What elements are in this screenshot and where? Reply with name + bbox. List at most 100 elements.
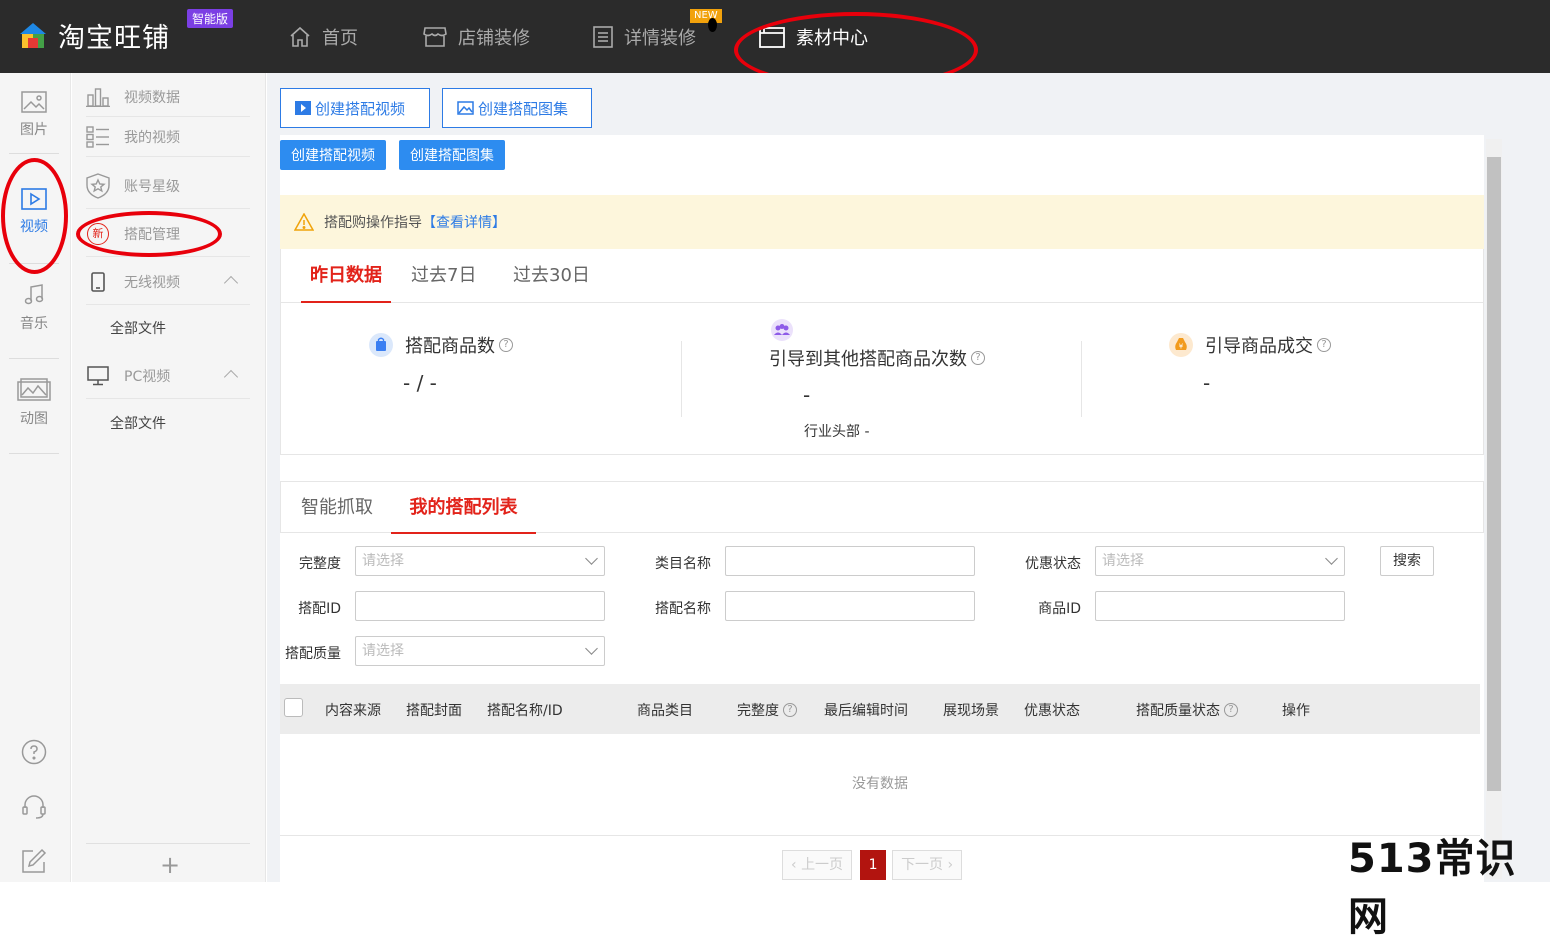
image-icon <box>0 91 68 113</box>
question-icon[interactable]: ? <box>1224 703 1238 717</box>
nav-detail-label: 详情装修 <box>624 27 696 49</box>
chevron-down-icon <box>585 552 598 565</box>
subnav-my-videos[interactable]: 我的视频 <box>86 117 250 157</box>
edit-button[interactable] <box>0 848 68 880</box>
nav-store-decor[interactable]: 店铺装修 <box>422 0 530 73</box>
question-icon[interactable]: ? <box>1317 338 1331 352</box>
collapse-icon[interactable] <box>223 275 239 291</box>
empty-state: 没有数据 <box>280 734 1480 836</box>
divider <box>9 263 59 264</box>
gif-icon <box>0 378 68 402</box>
match-name-input[interactable] <box>725 591 975 621</box>
filter-match-id-label: 搭配ID <box>298 601 341 617</box>
divider <box>1081 341 1082 417</box>
prev-page-button[interactable]: ‹ 上一页 <box>782 850 853 880</box>
question-icon[interactable]: ? <box>971 351 985 365</box>
match-id-input[interactable] <box>355 591 605 621</box>
col-last-edited: 最后编辑时间 <box>824 703 908 719</box>
add-button[interactable]: + <box>160 851 180 879</box>
pagination: ‹ 上一页 1 下一页 › <box>782 850 963 880</box>
stat-guided-clicks: 引导到其他搭配商品次数 ? <box>769 345 985 371</box>
rail-gif[interactable]: 动图 <box>0 378 68 428</box>
stat-guided-deals: ¥ 引导商品成交 ? <box>1169 332 1331 358</box>
search-button[interactable]: 搜索 <box>1380 546 1434 576</box>
category-input[interactable] <box>725 546 975 576</box>
subnav-video-data[interactable]: 视频数据 <box>86 77 250 117</box>
image-icon <box>457 101 474 115</box>
quality-select[interactable]: 请选择 <box>355 636 605 666</box>
subnav-account-level[interactable]: 账号星级 <box>86 163 250 209</box>
stat-title-text: 引导到其他搭配商品次数 <box>769 349 967 370</box>
app-name: 淘宝旺铺 <box>58 23 170 54</box>
logo[interactable]: 淘宝旺铺 <box>18 16 170 55</box>
chevron-down-icon <box>1325 552 1338 565</box>
star-shield-icon <box>86 172 110 199</box>
select-all-checkbox[interactable] <box>284 698 303 717</box>
table-header: 内容来源 搭配封面 搭配名称/ID 商品类目 完整度 ? 最后编辑时间 展现场景… <box>280 684 1480 734</box>
col-quality-status: 搭配质量状态 ? <box>1136 700 1238 720</box>
question-icon[interactable]: ? <box>783 703 797 717</box>
rail-video[interactable]: 视频 <box>0 188 68 236</box>
tab-my-match-list[interactable]: 我的搭配列表 <box>391 482 536 534</box>
stat-title-text: 搭配商品数 <box>405 336 495 357</box>
left-rail: 图片 视频 音乐 动图 <box>0 73 71 882</box>
nav-home[interactable]: 首页 <box>288 0 358 73</box>
tab-last-7-days[interactable]: 过去7日 <box>411 249 476 303</box>
subnav-label: 无线视频 <box>124 274 180 291</box>
nav-store-label: 店铺装修 <box>458 27 530 49</box>
list-tabs: 智能抓取 我的搭配列表 <box>280 481 1484 534</box>
col-completeness-label: 完整度 <box>737 703 779 719</box>
home-icon <box>288 25 312 49</box>
col-source: 内容来源 <box>325 703 381 719</box>
scrollbar-thumb[interactable] <box>1487 157 1501 791</box>
question-icon[interactable]: ? <box>499 338 513 352</box>
support-button[interactable] <box>0 793 68 827</box>
rail-image[interactable]: 图片 <box>0 91 68 139</box>
help-button[interactable] <box>0 739 68 771</box>
col-actions: 操作 <box>1282 703 1310 719</box>
create-video-label: 创建搭配视频 <box>315 99 406 118</box>
subnav-wireless-all[interactable]: 全部文件 <box>110 318 166 338</box>
subnav-label: 我的视频 <box>124 129 180 146</box>
subnav-label: PC视频 <box>124 368 171 385</box>
cursor-dot <box>708 18 717 32</box>
folder-icon <box>758 24 786 50</box>
rail-music[interactable]: 音乐 <box>0 283 68 333</box>
completeness-select[interactable]: 请选择 <box>355 546 605 576</box>
next-page-button[interactable]: 下一页 › <box>892 850 963 880</box>
filter-match-name-label: 搭配名称 <box>655 601 711 617</box>
product-id-input[interactable] <box>1095 591 1345 621</box>
subnav-wireless-video[interactable]: 无线视频 <box>86 259 250 305</box>
select-placeholder: 请选择 <box>362 553 404 569</box>
nav-detail-decor[interactable]: 详情装修 <box>592 0 696 73</box>
collapse-icon[interactable] <box>223 369 239 385</box>
page-1[interactable]: 1 <box>860 850 887 880</box>
top-bar: 淘宝旺铺 智能版 首页 店铺装修 详情装修 NEW 素材中心 <box>0 0 1550 73</box>
nav-material-label: 素材中心 <box>796 27 868 49</box>
stat-value: - / - <box>403 371 437 395</box>
create-album-outline-button[interactable]: 创建搭配图集 <box>442 88 592 128</box>
create-album-button[interactable]: 创建搭配图集 <box>399 140 505 170</box>
subnav-pc-video[interactable]: PC视频 <box>86 353 250 399</box>
col-discount: 优惠状态 <box>1024 703 1080 719</box>
rail-music-label: 音乐 <box>20 316 48 332</box>
nav-material-center[interactable]: 素材中心 <box>758 0 868 73</box>
notice-link[interactable]: 【查看详情】 <box>422 212 506 232</box>
stat-match-count: 搭配商品数 ? <box>369 332 513 358</box>
subnav-match-management[interactable]: 新 搭配管理 <box>86 211 250 257</box>
tab-smart-capture[interactable]: 智能抓取 <box>301 482 373 534</box>
create-video-button[interactable]: 创建搭配视频 <box>280 140 386 170</box>
col-cover: 搭配封面 <box>406 703 462 719</box>
edit-icon <box>0 848 68 874</box>
create-video-outline-button[interactable]: 创建搭配视频 <box>280 88 430 128</box>
chevron-left-icon: ‹ <box>791 857 802 873</box>
subnav-label: 搭配管理 <box>124 226 180 243</box>
prev-label: 上一页 <box>801 857 844 873</box>
tab-last-30-days[interactable]: 过去30日 <box>513 249 590 303</box>
divider <box>86 843 250 844</box>
subnav-pc-all[interactable]: 全部文件 <box>110 413 166 433</box>
document-icon <box>592 25 614 49</box>
tab-yesterday[interactable]: 昨日数据 <box>301 249 391 303</box>
rail-image-label: 图片 <box>20 122 48 138</box>
discount-select[interactable]: 请选择 <box>1095 546 1345 576</box>
